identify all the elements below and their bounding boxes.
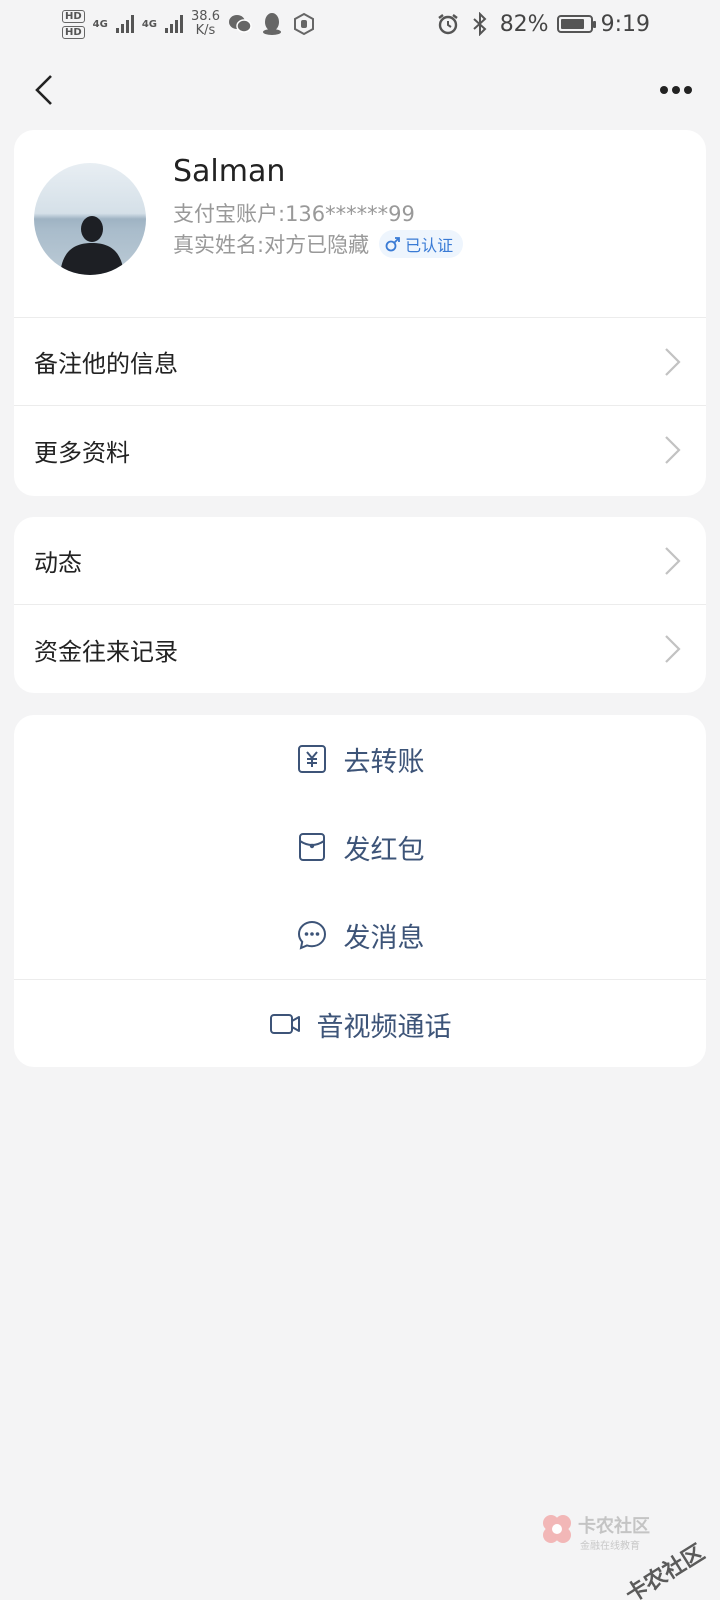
hd-indicators: HD HD [62, 9, 85, 39]
video-call-button[interactable]: 音视频通话 [14, 980, 706, 1067]
red-envelope-icon [298, 833, 325, 861]
avatar[interactable] [34, 163, 146, 275]
message-button[interactable]: 发消息 [14, 891, 706, 979]
qq-icon [260, 12, 284, 36]
chevron-right-icon [665, 348, 681, 376]
profile-section: Salman 支付宝账户:136******99 真实姓名:对方已隐藏 已认证 [14, 130, 706, 318]
chevron-right-icon [665, 436, 681, 464]
clock: 9:19 [600, 11, 650, 37]
account-number: 支付宝账户:136******99 [173, 202, 415, 226]
row-label: 资金往来记录 [34, 637, 178, 666]
hand-shield-icon [292, 12, 316, 36]
transfer-yuan-icon [297, 745, 326, 773]
male-icon [385, 237, 400, 252]
row-label: 更多资料 [34, 438, 130, 467]
wechat-icon [228, 12, 252, 36]
bluetooth-icon [468, 12, 492, 36]
row-label: 动态 [34, 549, 82, 577]
red-envelope-button[interactable]: 发红包 [14, 803, 706, 891]
verified-badge: 已认证 [379, 230, 464, 258]
watermark-title: 卡农社区 [578, 1516, 650, 1537]
row-remark-info[interactable]: 备注他的信息 [14, 318, 706, 406]
realname-row: 真实姓名:对方已隐藏 已认证 [173, 229, 464, 259]
status-bar: HD HD 4G 4G 38.6 K/s 82% 9:19 [0, 0, 720, 48]
watermark-logo-icon [543, 1515, 571, 1543]
actions-card: 去转账 发红包 发消息 音视频通话 [14, 715, 706, 1067]
row-label: 备注他的信息 [34, 350, 178, 378]
network-type-2: 4G [141, 18, 158, 30]
chevron-right-icon [665, 547, 681, 575]
signal-icon-1 [115, 15, 134, 33]
row-fund-records[interactable]: 资金往来记录 [14, 605, 706, 693]
battery-icon [556, 15, 596, 33]
transfer-button[interactable]: 去转账 [14, 715, 706, 803]
network-speed: 38.6 K/s [191, 10, 220, 38]
row-moments[interactable]: 动态 [14, 517, 706, 605]
profile-card: Salman 支付宝账户:136******99 真实姓名:对方已隐藏 已认证 … [14, 130, 706, 496]
alarm-icon [436, 12, 460, 36]
verified-label: 已认证 [405, 236, 454, 255]
chevron-right-icon [665, 635, 681, 663]
more-dots-icon [660, 86, 692, 94]
action-label: 音视频通话 [316, 1011, 452, 1043]
profile-name: Salman [173, 154, 286, 189]
action-label: 发消息 [343, 922, 425, 954]
hd-badge-1: HD [62, 9, 85, 23]
action-label: 去转账 [343, 746, 425, 778]
real-name: 真实姓名:对方已隐藏 [173, 233, 370, 257]
battery-percent: 82% [499, 11, 549, 37]
more-button[interactable] [652, 68, 700, 112]
speed-value: 38.6 [191, 9, 220, 24]
watermark: 卡农社区 金融在线教育 卡农社区 [540, 1508, 720, 1600]
action-label: 发红包 [343, 834, 425, 866]
chevron-left-icon [35, 75, 52, 105]
person-silhouette-icon [60, 216, 124, 275]
nav-header [0, 60, 720, 120]
battery-level [560, 19, 584, 29]
row-more-details[interactable]: 更多资料 [14, 406, 706, 494]
status-left: HD HD 4G 4G 38.6 K/s [62, 9, 316, 39]
message-bubble-icon [297, 920, 326, 950]
back-button[interactable] [24, 68, 64, 112]
speed-unit: K/s [195, 23, 216, 38]
status-right: 82% 9:19 [436, 12, 650, 37]
hd-badge-2: HD [62, 25, 85, 39]
network-type-1: 4G [92, 18, 108, 30]
video-call-icon [269, 1014, 300, 1034]
activity-card: 动态 资金往来记录 [14, 517, 706, 693]
watermark-subtitle: 金融在线教育 [580, 1541, 640, 1552]
signal-icon-2 [165, 15, 184, 33]
